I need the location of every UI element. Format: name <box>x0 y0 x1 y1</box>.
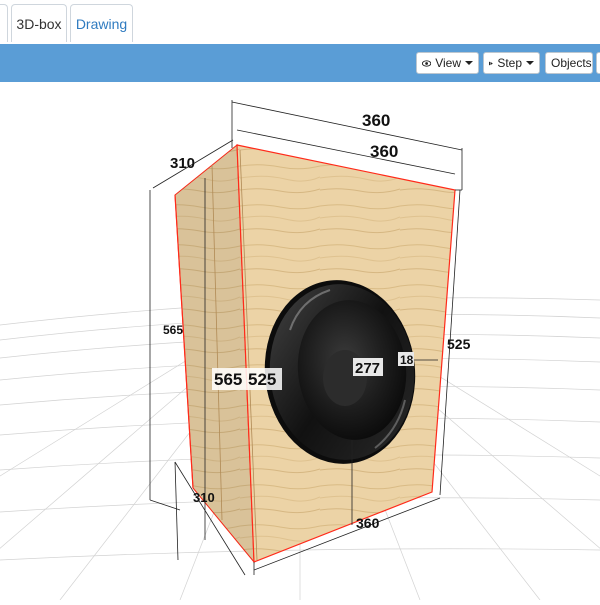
step-label: Step <box>497 56 522 70</box>
dim-bottom-width: 360 <box>356 515 380 531</box>
dim-front-height-inner: 525 <box>248 370 276 389</box>
dim-left-height: 565 <box>163 323 183 337</box>
step-icon <box>489 61 493 65</box>
tab-bar: 3D-box Drawing <box>0 0 600 44</box>
toolbar: View Step Objects <box>0 44 600 82</box>
3d-scene: 360 360 310 565 565 525 525 310 360 277 … <box>0 100 600 601</box>
tab-drawing[interactable]: Drawing <box>70 4 133 42</box>
eye-icon <box>422 59 432 67</box>
dim-front-height-outer: 565 <box>214 370 242 389</box>
3d-viewport[interactable]: 360 360 310 565 565 525 525 310 360 277 … <box>0 82 600 601</box>
tab-previous[interactable] <box>0 4 8 42</box>
dim-top-width-inner: 360 <box>370 142 398 161</box>
chevron-down-icon <box>526 61 534 65</box>
dim-driver-offset: 18 <box>400 353 414 367</box>
view-button[interactable]: View <box>416 52 479 74</box>
step-button[interactable]: Step <box>483 52 540 74</box>
tab-3d-box[interactable]: 3D-box <box>11 4 67 42</box>
view-label: View <box>435 56 461 70</box>
dim-top-depth: 310 <box>170 155 195 172</box>
dim-bottom-depth: 310 <box>193 490 215 505</box>
more-button[interactable] <box>596 52 600 74</box>
objects-label: Objects <box>551 56 592 70</box>
chevron-down-icon <box>465 61 473 65</box>
dim-driver-diameter: 277 <box>355 360 380 377</box>
dim-right-height: 525 <box>447 336 471 352</box>
objects-button[interactable]: Objects <box>545 52 593 74</box>
dim-top-width-outer: 360 <box>362 111 390 130</box>
